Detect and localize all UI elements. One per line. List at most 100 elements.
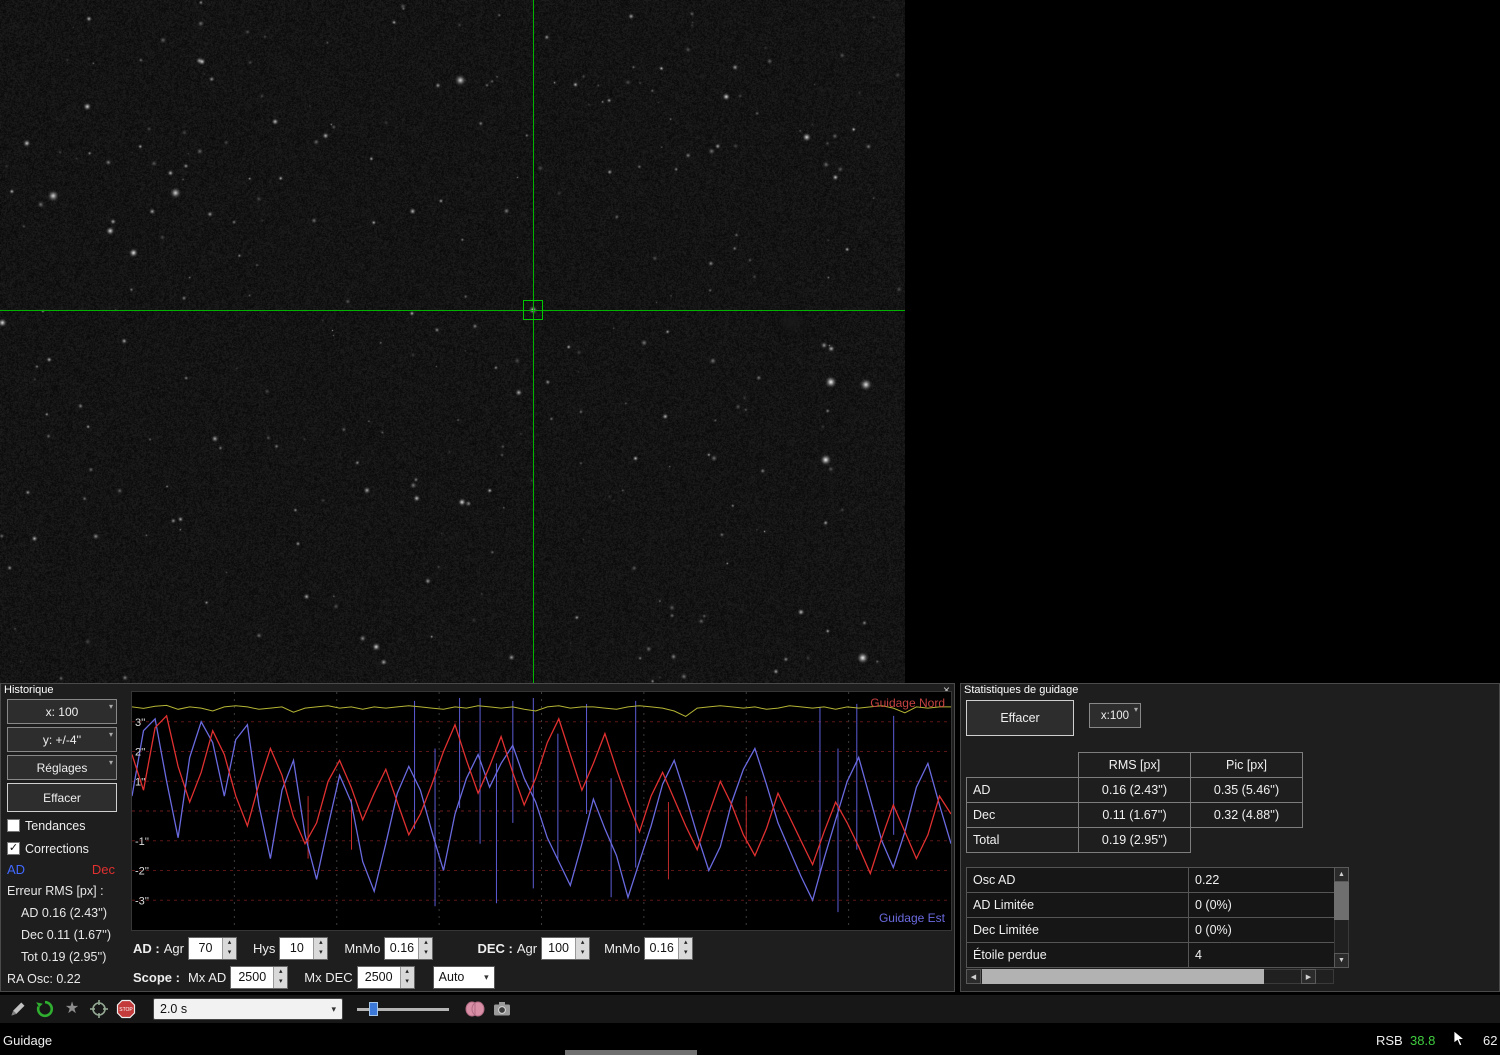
history-effacer-button[interactable]: Effacer: [7, 783, 117, 812]
target-icon: [90, 1000, 108, 1018]
stats-effacer-button[interactable]: Effacer: [966, 700, 1074, 736]
spin-down-icon: ▾: [405, 978, 409, 985]
rms-header: Erreur RMS [px] :: [7, 884, 104, 898]
reglages-label: Réglages: [36, 760, 88, 775]
table-row: Dec 0.11 (1.67'') 0.32 (4.88''): [966, 802, 1303, 828]
dec-aggression-spinner[interactable]: 100 ▴ ▾: [541, 936, 591, 960]
corrections-checkbox[interactable]: ✓: [7, 842, 20, 855]
spin-up-icon: ▴: [279, 967, 283, 975]
ra-section-label: AD :: [133, 940, 160, 956]
phd2-window: Historique × x: 100 ▾ y: +/-4'' ▾ Réglag…: [0, 0, 1500, 1055]
max-ra-duration-spinner[interactable]: 2500 ▴ ▾: [230, 965, 289, 989]
list-item: Dec Limitée 0 (0%): [966, 917, 1335, 943]
list-item: AD Limitée 0 (0%): [966, 892, 1335, 918]
history-effacer-label: Effacer: [43, 790, 81, 805]
spinner-arrows[interactable]: ▴ ▾: [418, 937, 433, 959]
guide-star-box: [523, 300, 543, 320]
spin-down-icon: ▾: [683, 949, 688, 956]
gamma-slider[interactable]: [357, 998, 449, 1020]
stats-list: Osc AD 0.22 AD Limitée 0 (0%) Dec Limité…: [966, 867, 1335, 968]
chevron-down-icon: ▾: [108, 702, 113, 711]
connect-equipment-button[interactable]: [6, 997, 30, 1021]
horizontal-scrollbar-thumb[interactable]: [982, 969, 1264, 984]
spinner-arrows[interactable]: ▴ ▾: [273, 966, 288, 988]
spin-down-icon: ▾: [279, 978, 283, 985]
x-scale-button[interactable]: x: 100 ▾: [7, 699, 117, 724]
scope-section-label: Scope :: [133, 969, 180, 985]
history-graph: 3'' 2'' 1'' -1'' -2'' -3'' Guidage Nord Guidage…: [131, 691, 952, 931]
spinner-arrows[interactable]: ▴ ▾: [678, 937, 693, 959]
history-panel: Historique × x: 100 ▾ y: +/-4'' ▾ Réglag…: [0, 683, 955, 992]
spinner-arrows[interactable]: ▴ ▾: [575, 937, 590, 959]
y-scale-button[interactable]: y: +/-4'' ▾: [7, 727, 117, 752]
chevron-down-icon: ▾: [108, 730, 113, 739]
spin-up-icon: ▴: [683, 938, 688, 946]
chevron-down-icon: ▾: [331, 1003, 336, 1014]
advanced-settings-button[interactable]: [463, 997, 487, 1021]
table-row: AD 0.16 (2.43'') 0.35 (5.46''): [966, 777, 1303, 803]
crosshair-vertical-line: [533, 0, 534, 683]
star-icon: ★: [64, 1000, 80, 1017]
arrow-left-icon: ◀: [970, 973, 977, 981]
taskbar-sliver: [565, 1050, 697, 1055]
svg-text:Guidage Nord: Guidage Nord: [870, 696, 945, 710]
svg-text:STOP: STOP: [119, 1007, 133, 1013]
svg-text:-3'': -3'': [135, 895, 149, 907]
spinner-arrows[interactable]: ▴ ▾: [399, 966, 414, 988]
list-item: Étoile perdue 4: [966, 942, 1335, 968]
guide-button[interactable]: [87, 997, 111, 1021]
spinner-arrows[interactable]: ▴ ▾: [221, 937, 236, 959]
dec-minmove-spinner[interactable]: 0.16 ▴ ▾: [644, 936, 694, 960]
chevron-down-icon: ▾: [1133, 705, 1138, 714]
camera-properties-button[interactable]: [490, 997, 514, 1021]
arrow-down-icon: ▼: [1338, 957, 1345, 964]
snr-label: RSB: [1376, 1033, 1403, 1048]
status-bar: Guidage RSB 38.8 62: [0, 1027, 1500, 1055]
dec-guide-mode-select[interactable]: Auto ▾: [432, 965, 495, 989]
status-mode-label: Guidage: [3, 1033, 53, 1048]
exposure-duration-select[interactable]: 2.0 s ▾: [153, 998, 343, 1020]
tendances-checkbox-row[interactable]: Tendances: [7, 815, 131, 836]
ra-minmove-spinner[interactable]: 0.16 ▴ ▾: [384, 936, 434, 960]
spin-up-icon: ▴: [405, 967, 409, 975]
rms-ra-value: AD 0.16 (2.43''): [21, 906, 108, 920]
ra-minmove-label: MnMo: [344, 940, 381, 956]
stats-panel-title: Statistiques de guidage: [964, 684, 1079, 696]
guide-camera-frame[interactable]: [0, 0, 905, 683]
spin-down-icon: ▾: [580, 949, 585, 956]
spin-down-icon: ▾: [319, 949, 323, 956]
ra-aggression-spinner[interactable]: 70 ▴ ▾: [187, 936, 237, 960]
stop-button[interactable]: STOP: [114, 997, 138, 1021]
reglages-button[interactable]: Réglages ▾: [7, 755, 117, 780]
dec-aggression-label: Agr: [516, 940, 538, 956]
max-dec-duration-spinner[interactable]: 2500 ▴ ▾: [356, 965, 415, 989]
svg-text:3'': 3'': [135, 717, 145, 729]
svg-text:Guidage Est: Guidage Est: [879, 911, 946, 925]
history-graph-svg: 3'' 2'' 1'' -1'' -2'' -3'' Guidage Nord Guidage…: [132, 692, 951, 930]
scroll-up-button[interactable]: ▲: [1334, 867, 1349, 882]
svg-text:2'': 2'': [135, 747, 145, 759]
svg-text:1'': 1'': [135, 776, 145, 788]
ra-hysteresis-label: Hys: [252, 940, 276, 956]
scroll-down-button[interactable]: ▼: [1334, 953, 1349, 968]
dec-section-label: DEC :: [477, 940, 513, 956]
scroll-left-button[interactable]: ◀: [966, 969, 981, 984]
auto-select-star-button[interactable]: ★: [60, 997, 84, 1021]
vertical-scrollbar-thumb[interactable]: [1334, 882, 1349, 920]
ra-osc-value: RA Osc: 0.22: [7, 972, 81, 986]
dec-minmove-label: MnMo: [604, 940, 641, 956]
scroll-right-button[interactable]: ▶: [1301, 969, 1316, 984]
cursor-icon: [1452, 1030, 1466, 1051]
tendances-checkbox[interactable]: [7, 819, 20, 832]
ra-hysteresis-spinner[interactable]: 10 ▴ ▾: [279, 936, 329, 960]
slider-handle[interactable]: [369, 1002, 378, 1016]
stats-scale-select[interactable]: x:100 ▾: [1089, 703, 1141, 728]
loop-icon: [36, 1000, 54, 1018]
loop-exposures-button[interactable]: [33, 997, 57, 1021]
corrections-checkbox-row[interactable]: ✓ Corrections: [7, 838, 131, 859]
snr-value: 38.8: [1410, 1033, 1436, 1048]
stop-icon: STOP: [116, 999, 136, 1019]
rms-column-header: RMS [px]: [1078, 752, 1191, 778]
spinner-arrows[interactable]: ▴ ▾: [313, 937, 328, 959]
spin-up-icon: ▴: [319, 938, 323, 946]
